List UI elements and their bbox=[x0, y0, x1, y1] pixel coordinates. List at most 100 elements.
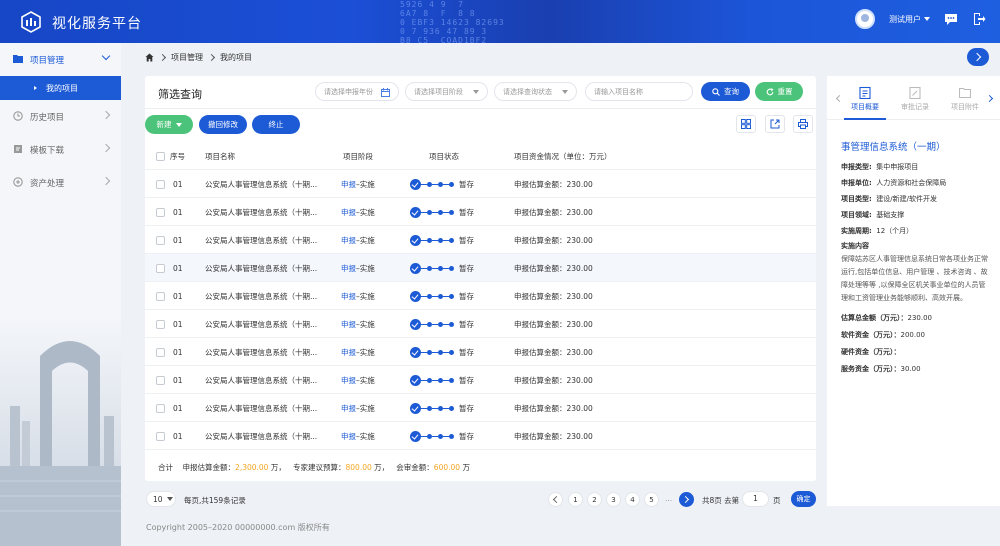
stage-select[interactable]: 请选择项目阶段 bbox=[405, 82, 488, 101]
panel-toggle-button[interactable] bbox=[967, 48, 989, 66]
stage-current[interactable]: 申报 bbox=[341, 263, 356, 274]
stage-current[interactable]: 申报 bbox=[341, 431, 356, 442]
chevron-left-icon[interactable] bbox=[835, 94, 844, 103]
withdraw-button[interactable]: 撤回修改 bbox=[199, 115, 247, 134]
grid-view-button[interactable] bbox=[736, 115, 756, 133]
field-project-type: 项目类型: 建设/新建/软件开发 bbox=[841, 194, 937, 204]
table-row[interactable]: 01 公安局人事管理信息系统（十期... 申报 – 实施 暂存 申报估算金额：230.00 bbox=[145, 366, 816, 394]
row-checkbox[interactable] bbox=[156, 263, 165, 273]
goto-page-input[interactable]: 1 bbox=[742, 491, 769, 507]
table-row[interactable]: 01 公安局人事管理信息系统（十期... 申报 – 实施 暂存 申报估算金额：230.00 bbox=[145, 254, 816, 282]
stage-current[interactable]: 申报 bbox=[341, 235, 356, 246]
stage-current[interactable]: 申报 bbox=[341, 319, 356, 330]
row-project-name[interactable]: 公安局人事管理信息系统（十期... bbox=[205, 226, 317, 254]
stage-next: 实施 bbox=[359, 179, 375, 189]
table-row[interactable]: 01 公安局人事管理信息系统（十期... 申报 – 实施 暂存 申报估算金额：230.00 bbox=[145, 282, 816, 310]
total-approved-label: 会审金额： bbox=[396, 463, 434, 472]
row-project-name[interactable]: 公安局人事管理信息系统（十期... bbox=[205, 282, 317, 310]
page-button-1[interactable]: 1 bbox=[568, 492, 583, 507]
stop-button[interactable]: 终止 bbox=[252, 115, 300, 134]
message-icon[interactable] bbox=[944, 12, 958, 26]
table-row[interactable]: 01 公安局人事管理信息系统（十期... 申报 – 实施 暂存 申报估算金额：230.00 bbox=[145, 198, 816, 226]
table-row[interactable]: 01 公安局人事管理信息系统（十期... 申报 – 实施 暂存 申报估算金额：230.00 bbox=[145, 394, 816, 422]
page-button-5[interactable]: 5 bbox=[644, 492, 659, 507]
row-project-name[interactable]: 公安局人事管理信息系统（十期... bbox=[205, 170, 317, 198]
user-menu[interactable]: 测试用户 bbox=[889, 14, 930, 25]
row-checkbox[interactable] bbox=[156, 179, 165, 189]
logout-icon[interactable] bbox=[972, 12, 986, 26]
goto-confirm-button[interactable]: 确定 bbox=[791, 491, 816, 507]
tab-label: 项目概要 bbox=[851, 103, 879, 111]
export-button[interactable] bbox=[765, 115, 785, 133]
table-row[interactable]: 01 公安局人事管理信息系统（十期... 申报 – 实施 暂存 申报估算金额：230.00 bbox=[145, 422, 816, 450]
row-project-name[interactable]: 公安局人事管理信息系统（十期... bbox=[205, 338, 317, 366]
field-label: 项目领域: bbox=[841, 211, 872, 219]
field-value: 基础支撑 bbox=[876, 211, 905, 219]
sidebar-item-project-management[interactable]: 项目管理 bbox=[0, 43, 121, 76]
row-checkbox[interactable] bbox=[156, 319, 165, 329]
total-expert-unit: 万， bbox=[374, 463, 390, 472]
tab-project-attachments[interactable]: 项目附件 bbox=[943, 86, 987, 112]
breadcrumb-separator bbox=[158, 53, 167, 62]
status-text: 暂存 bbox=[459, 375, 474, 385]
chevron-down-icon bbox=[924, 17, 930, 21]
table-row[interactable]: 01 公安局人事管理信息系统（十期... 申报 – 实施 暂存 申报估算金额：230.00 bbox=[145, 338, 816, 366]
stage-current[interactable]: 申报 bbox=[341, 403, 356, 414]
total-expert-label: 专家建议预算： bbox=[293, 463, 346, 472]
chevron-icon bbox=[101, 51, 111, 61]
row-index: 01 bbox=[173, 179, 183, 189]
year-select[interactable]: 请选择申报年份 bbox=[315, 82, 399, 101]
query-button[interactable]: 查询 bbox=[701, 82, 750, 101]
stage-current[interactable]: 申报 bbox=[341, 207, 356, 218]
sidebar-item-asset-processing[interactable]: 资产处理 bbox=[0, 166, 121, 199]
table-row[interactable]: 01 公安局人事管理信息系统（十期... 申报 – 实施 暂存 申报估算金额：230.00 bbox=[145, 170, 816, 198]
row-project-name[interactable]: 公安局人事管理信息系统（十期... bbox=[205, 366, 317, 394]
row-checkbox[interactable] bbox=[156, 431, 165, 441]
stage-current[interactable]: 申报 bbox=[341, 291, 356, 302]
stage-current[interactable]: 申报 bbox=[341, 347, 356, 358]
sidebar-item-history[interactable]: 历史项目 bbox=[0, 100, 121, 133]
row-project-name[interactable]: 公安局人事管理信息系统（十期... bbox=[205, 422, 317, 450]
user-avatar[interactable] bbox=[855, 9, 875, 29]
breadcrumb-level1[interactable]: 项目管理 bbox=[171, 52, 203, 63]
row-checkbox[interactable] bbox=[156, 207, 165, 217]
new-button[interactable]: 新建 bbox=[145, 115, 193, 134]
home-icon[interactable] bbox=[145, 53, 154, 62]
row-checkbox[interactable] bbox=[156, 375, 165, 385]
sidebar-subitem-my-projects[interactable]: 我的项目 bbox=[0, 76, 121, 100]
row-project-name[interactable]: 公安局人事管理信息系统（十期... bbox=[205, 198, 317, 226]
table-row[interactable]: 01 公安局人事管理信息系统（十期... 申报 – 实施 暂存 申报估算金额：230.00 bbox=[145, 226, 816, 254]
row-project-name[interactable]: 公安局人事管理信息系统（十期... bbox=[205, 254, 317, 282]
row-status: 暂存 bbox=[410, 422, 474, 450]
total-declared-unit: 万， bbox=[270, 463, 286, 472]
project-name-input[interactable]: 请输入项目名称 bbox=[585, 82, 693, 101]
sidebar-item-template-download[interactable]: 模板下载 bbox=[0, 133, 121, 166]
next-page-button[interactable] bbox=[679, 492, 694, 507]
field-content: 保障姑苏区人事管理信息系统日常各项业务正常运行,包括单位信息、用户管理 、技术咨… bbox=[841, 255, 988, 302]
row-checkbox[interactable] bbox=[156, 291, 165, 301]
tab-approval-records[interactable]: 审批记录 bbox=[893, 86, 937, 112]
page-button-2[interactable]: 2 bbox=[587, 492, 602, 507]
row-stage: 申报 – 实施 bbox=[341, 310, 375, 338]
stage-current[interactable]: 申报 bbox=[341, 375, 356, 386]
select-all-checkbox[interactable] bbox=[156, 151, 165, 161]
new-button-label: 新建 bbox=[156, 120, 172, 129]
row-checkbox[interactable] bbox=[156, 403, 165, 413]
row-checkbox[interactable] bbox=[156, 235, 165, 245]
chevron-right-icon[interactable] bbox=[985, 94, 994, 103]
row-checkbox[interactable] bbox=[156, 347, 165, 357]
row-project-name[interactable]: 公安局人事管理信息系统（十期... bbox=[205, 310, 317, 338]
page-button-3[interactable]: 3 bbox=[606, 492, 621, 507]
stage-current[interactable]: 申报 bbox=[341, 179, 356, 190]
status-select[interactable]: 请选择查询状态 bbox=[494, 82, 577, 101]
tab-project-summary[interactable]: 项目概要 bbox=[843, 86, 887, 112]
row-project-name[interactable]: 公安局人事管理信息系统（十期... bbox=[205, 394, 317, 422]
total-approved-value: 600.00 bbox=[433, 463, 461, 472]
table-row[interactable]: 01 公安局人事管理信息系统（十期... 申报 – 实施 暂存 申报估算金额：230.00 bbox=[145, 310, 816, 338]
page-size-select[interactable]: 10 bbox=[146, 491, 176, 507]
clock-icon bbox=[13, 111, 23, 121]
prev-page-button[interactable] bbox=[548, 492, 563, 507]
print-button[interactable] bbox=[793, 115, 813, 133]
page-button-4[interactable]: 4 bbox=[625, 492, 640, 507]
reset-button[interactable]: 重置 bbox=[755, 82, 803, 101]
